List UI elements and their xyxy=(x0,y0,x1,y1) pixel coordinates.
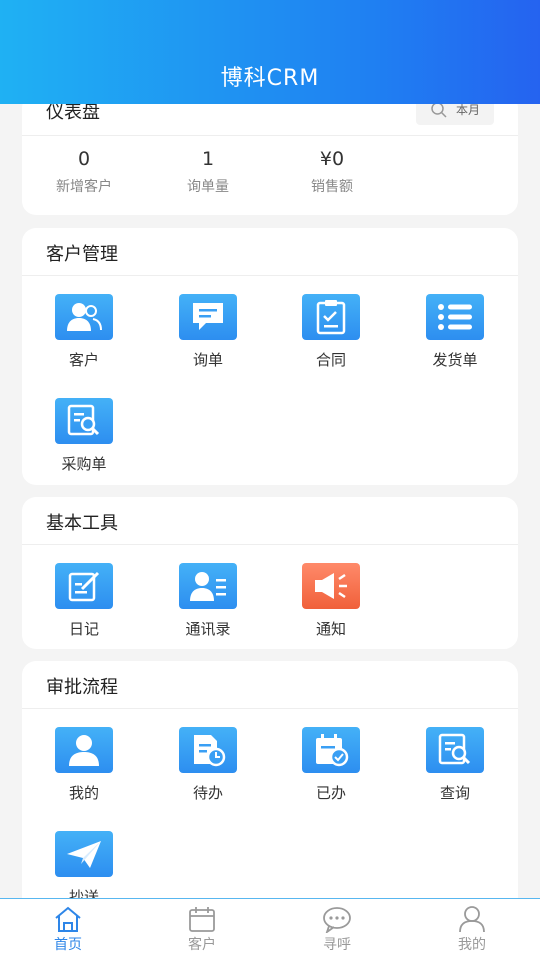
app-header: 博科CRM xyxy=(0,0,540,104)
section-title: 基本工具 xyxy=(46,513,118,534)
stat-value: ¥0 xyxy=(319,148,345,170)
main-content[interactable]: 仪表盘 本月 0 新增客户 1 询单量 ¥0 销售额 客户管理 客户 询单 合同… xyxy=(0,104,540,898)
item-label: 日记 xyxy=(68,620,99,638)
list-icon xyxy=(426,294,484,340)
tab-label: 首页 xyxy=(54,937,82,953)
stat-value: 0 xyxy=(77,148,91,170)
query-icon xyxy=(426,727,484,773)
megaphone-icon xyxy=(302,563,360,609)
contacts-icon xyxy=(179,563,237,609)
stat-new-customers[interactable]: 0 新增客户 xyxy=(24,148,144,196)
notice-button[interactable]: 通知 xyxy=(281,563,381,639)
dashboard-card: 仪表盘 本月 0 新增客户 1 询单量 ¥0 销售额 xyxy=(22,104,518,215)
customer-management-header: 客户管理 xyxy=(22,228,518,276)
query-button[interactable]: 查询 xyxy=(405,727,505,803)
purchase-search-icon xyxy=(55,398,113,444)
item-label: 通知 xyxy=(315,620,346,638)
contract-icon xyxy=(302,294,360,340)
item-label: 已办 xyxy=(315,784,346,802)
item-label: 询单 xyxy=(192,351,223,369)
inquiry-button[interactable]: 询单 xyxy=(158,294,258,370)
diary-button[interactable]: 日记 xyxy=(34,563,134,639)
home-icon xyxy=(23,905,113,933)
tab-customers[interactable]: 客户 xyxy=(157,905,247,954)
item-label: 通讯录 xyxy=(185,620,231,638)
basic-tools-card: 基本工具 日记 通讯录 通知 xyxy=(22,497,518,649)
done-calendar-icon xyxy=(302,727,360,773)
profile-icon xyxy=(427,905,517,933)
item-label: 合同 xyxy=(315,351,346,369)
cc-button[interactable]: 抄送 xyxy=(34,831,134,898)
inquiry-icon xyxy=(179,294,237,340)
pending-icon xyxy=(179,727,237,773)
tab-home[interactable]: 首页 xyxy=(23,905,113,954)
purchase-order-button[interactable]: 采购单 xyxy=(34,398,134,474)
tab-label: 客户 xyxy=(188,937,216,953)
customers-icon xyxy=(55,294,113,340)
dashboard-header: 仪表盘 本月 xyxy=(22,104,518,136)
send-icon xyxy=(55,831,113,877)
period-filter-label: 本月 xyxy=(455,104,480,117)
my-approvals-button[interactable]: 我的 xyxy=(34,727,134,803)
calendar-icon xyxy=(157,905,247,933)
period-filter-button[interactable]: 本月 xyxy=(416,104,494,125)
stats-row: 0 新增客户 1 询单量 ¥0 销售额 xyxy=(22,136,518,214)
search-icon xyxy=(431,104,447,118)
contacts-button[interactable]: 通讯录 xyxy=(158,563,258,639)
chat-icon xyxy=(292,905,382,935)
pending-button[interactable]: 待办 xyxy=(158,727,258,803)
stat-label: 新增客户 xyxy=(56,179,112,195)
item-label: 待办 xyxy=(192,784,223,802)
stat-sales[interactable]: ¥0 销售额 xyxy=(272,148,392,196)
item-label: 发货单 xyxy=(432,351,478,369)
approval-flow-header: 审批流程 xyxy=(22,661,518,709)
stat-inquiries[interactable]: 1 询单量 xyxy=(148,148,268,196)
tab-label: 我的 xyxy=(458,937,486,953)
item-label: 查询 xyxy=(439,784,470,802)
item-label: 采购单 xyxy=(61,455,107,473)
user-icon xyxy=(55,727,113,773)
delivery-order-button[interactable]: 发货单 xyxy=(405,294,505,370)
done-button[interactable]: 已办 xyxy=(281,727,381,803)
item-label: 我的 xyxy=(68,784,99,802)
diary-icon xyxy=(55,563,113,609)
bottom-tab-bar: 首页 客户 寻呼 我的 xyxy=(0,898,540,960)
stat-label: 询单量 xyxy=(187,179,229,195)
section-title: 审批流程 xyxy=(46,677,118,698)
stat-label: 销售额 xyxy=(311,179,353,195)
tab-profile[interactable]: 我的 xyxy=(427,905,517,954)
customer-management-card: 客户管理 客户 询单 合同 发货单 采购单 xyxy=(22,228,518,485)
item-label: 抄送 xyxy=(68,888,99,898)
dashboard-title: 仪表盘 xyxy=(46,104,100,123)
app-title: 博科CRM xyxy=(220,66,320,91)
item-label: 客户 xyxy=(68,351,99,369)
customers-button[interactable]: 客户 xyxy=(34,294,134,370)
tab-paging[interactable]: 寻呼 xyxy=(292,905,382,954)
tab-label: 寻呼 xyxy=(323,937,351,953)
section-title: 客户管理 xyxy=(46,244,118,265)
contract-button[interactable]: 合同 xyxy=(281,294,381,370)
stat-value: 1 xyxy=(201,148,215,170)
basic-tools-header: 基本工具 xyxy=(22,497,518,545)
approval-flow-card: 审批流程 我的 待办 已办 查询 抄送 xyxy=(22,661,518,898)
